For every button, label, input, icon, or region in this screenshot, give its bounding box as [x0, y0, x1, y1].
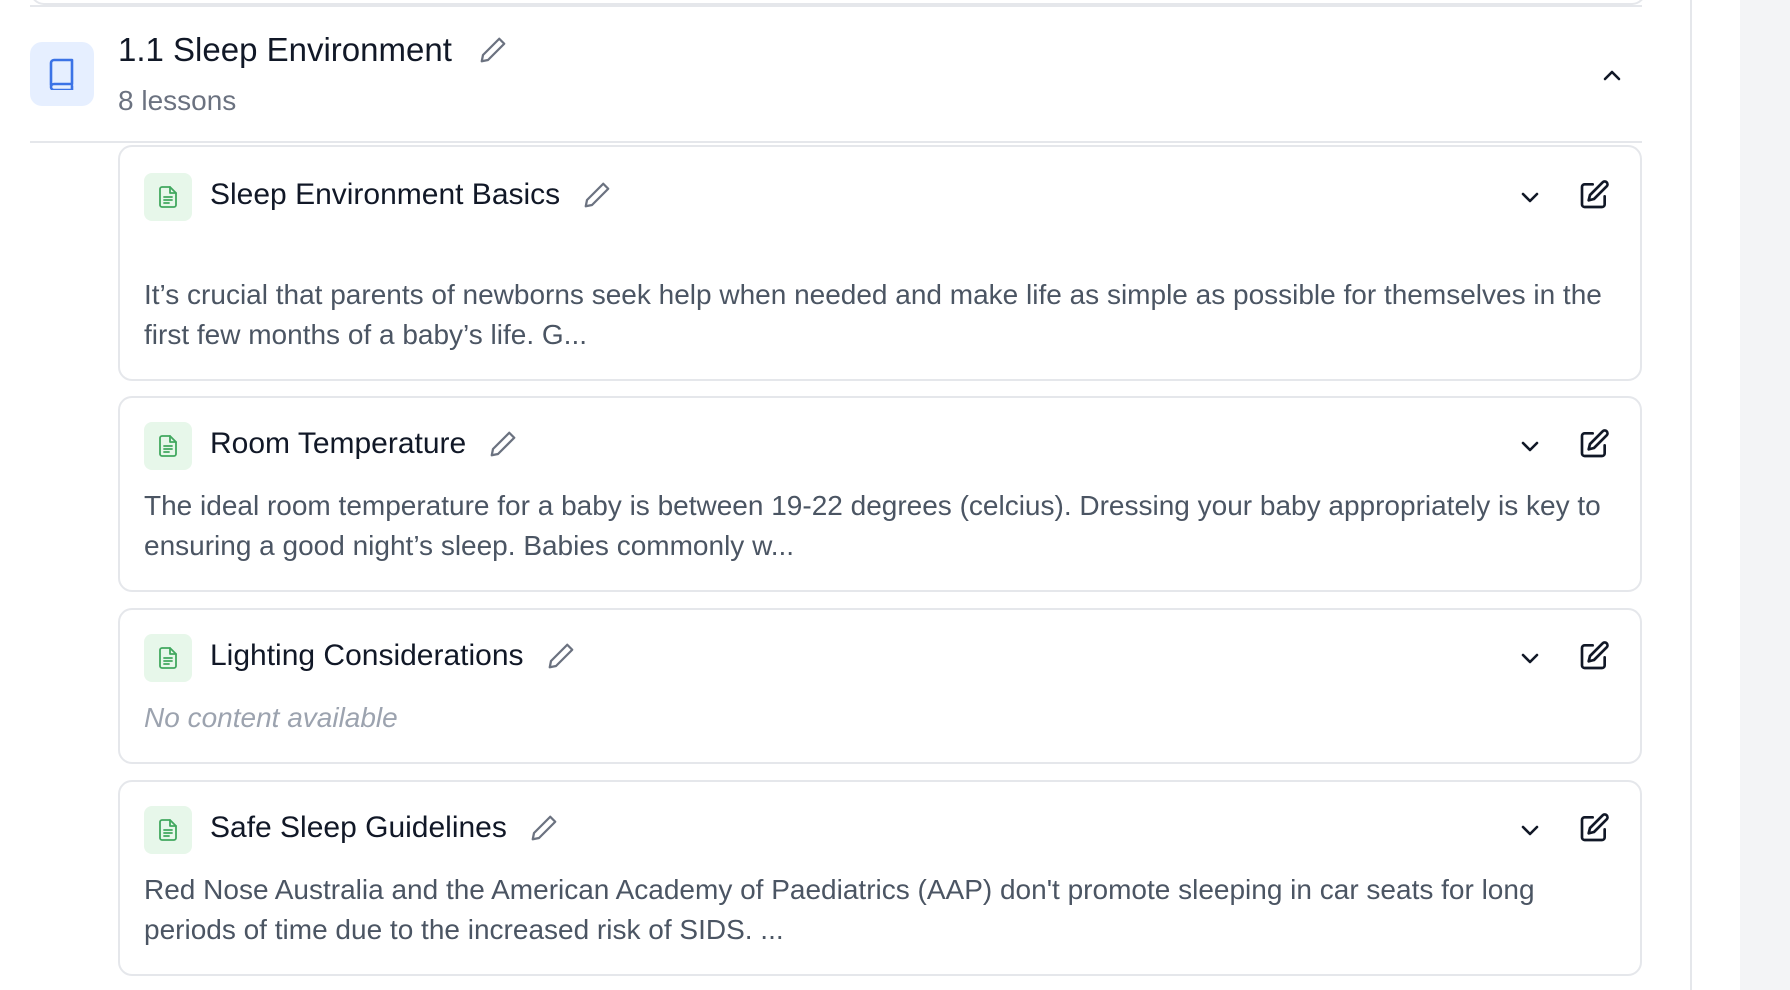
lesson-title: Lighting Considerations [210, 639, 524, 672]
chevron-up-icon[interactable] [1596, 60, 1628, 92]
pencil-icon[interactable] [546, 641, 576, 671]
course-content: 1.1 Sleep Environment 8 lessons Sleep En… [0, 0, 1690, 990]
edit-icon[interactable] [1576, 638, 1612, 674]
edit-icon[interactable] [1576, 810, 1612, 846]
document-icon [144, 806, 192, 854]
lesson-title: Safe Sleep Guidelines [210, 811, 507, 844]
lesson-card[interactable]: Safe Sleep Guidelines Red Nose Australia… [118, 780, 1642, 976]
lesson-title-row: Room Temperature [210, 429, 518, 459]
chevron-down-icon[interactable] [1512, 812, 1548, 848]
lesson-card[interactable]: Sleep Environment Basics It’s crucial th… [118, 145, 1642, 381]
chevron-down-icon[interactable] [1512, 428, 1548, 464]
lesson-title-row: Lighting Considerations [210, 641, 576, 671]
document-icon [144, 173, 192, 221]
chevron-down-icon[interactable] [1512, 640, 1548, 676]
pencil-icon[interactable] [478, 35, 508, 65]
section-title: 1.1 Sleep Environment [118, 31, 452, 68]
document-icon [144, 422, 192, 470]
empty-content-text: No content available [144, 702, 398, 733]
edit-icon[interactable] [1576, 177, 1612, 213]
pencil-icon[interactable] [582, 180, 612, 210]
lesson-title-row: Sleep Environment Basics [210, 180, 612, 210]
section-title-row: 1.1 Sleep Environment [118, 33, 508, 66]
pencil-icon[interactable] [488, 429, 518, 459]
lesson-description: Red Nose Australia and the American Acad… [144, 874, 1535, 945]
lesson-description: It’s crucial that parents of newborns se… [144, 279, 1602, 350]
book-icon [30, 42, 94, 106]
side-panel [1740, 0, 1790, 990]
lesson-title: Sleep Environment Basics [210, 178, 561, 211]
lesson-title-row: Safe Sleep Guidelines [210, 813, 559, 843]
lesson-card[interactable]: Room Temperature The ideal room temperat… [118, 396, 1642, 592]
section-header[interactable]: 1.1 Sleep Environment 8 lessons [30, 7, 1642, 143]
pencil-icon[interactable] [529, 813, 559, 843]
lesson-title: Room Temperature [210, 427, 467, 460]
edit-icon[interactable] [1576, 426, 1612, 462]
lesson-card[interactable]: Lighting Considerations No content avail… [118, 608, 1642, 764]
lesson-description: The ideal room temperature for a baby is… [144, 490, 1601, 561]
chevron-down-icon[interactable] [1512, 179, 1548, 215]
document-icon [144, 634, 192, 682]
lesson-count: 8 lessons [118, 85, 237, 116]
